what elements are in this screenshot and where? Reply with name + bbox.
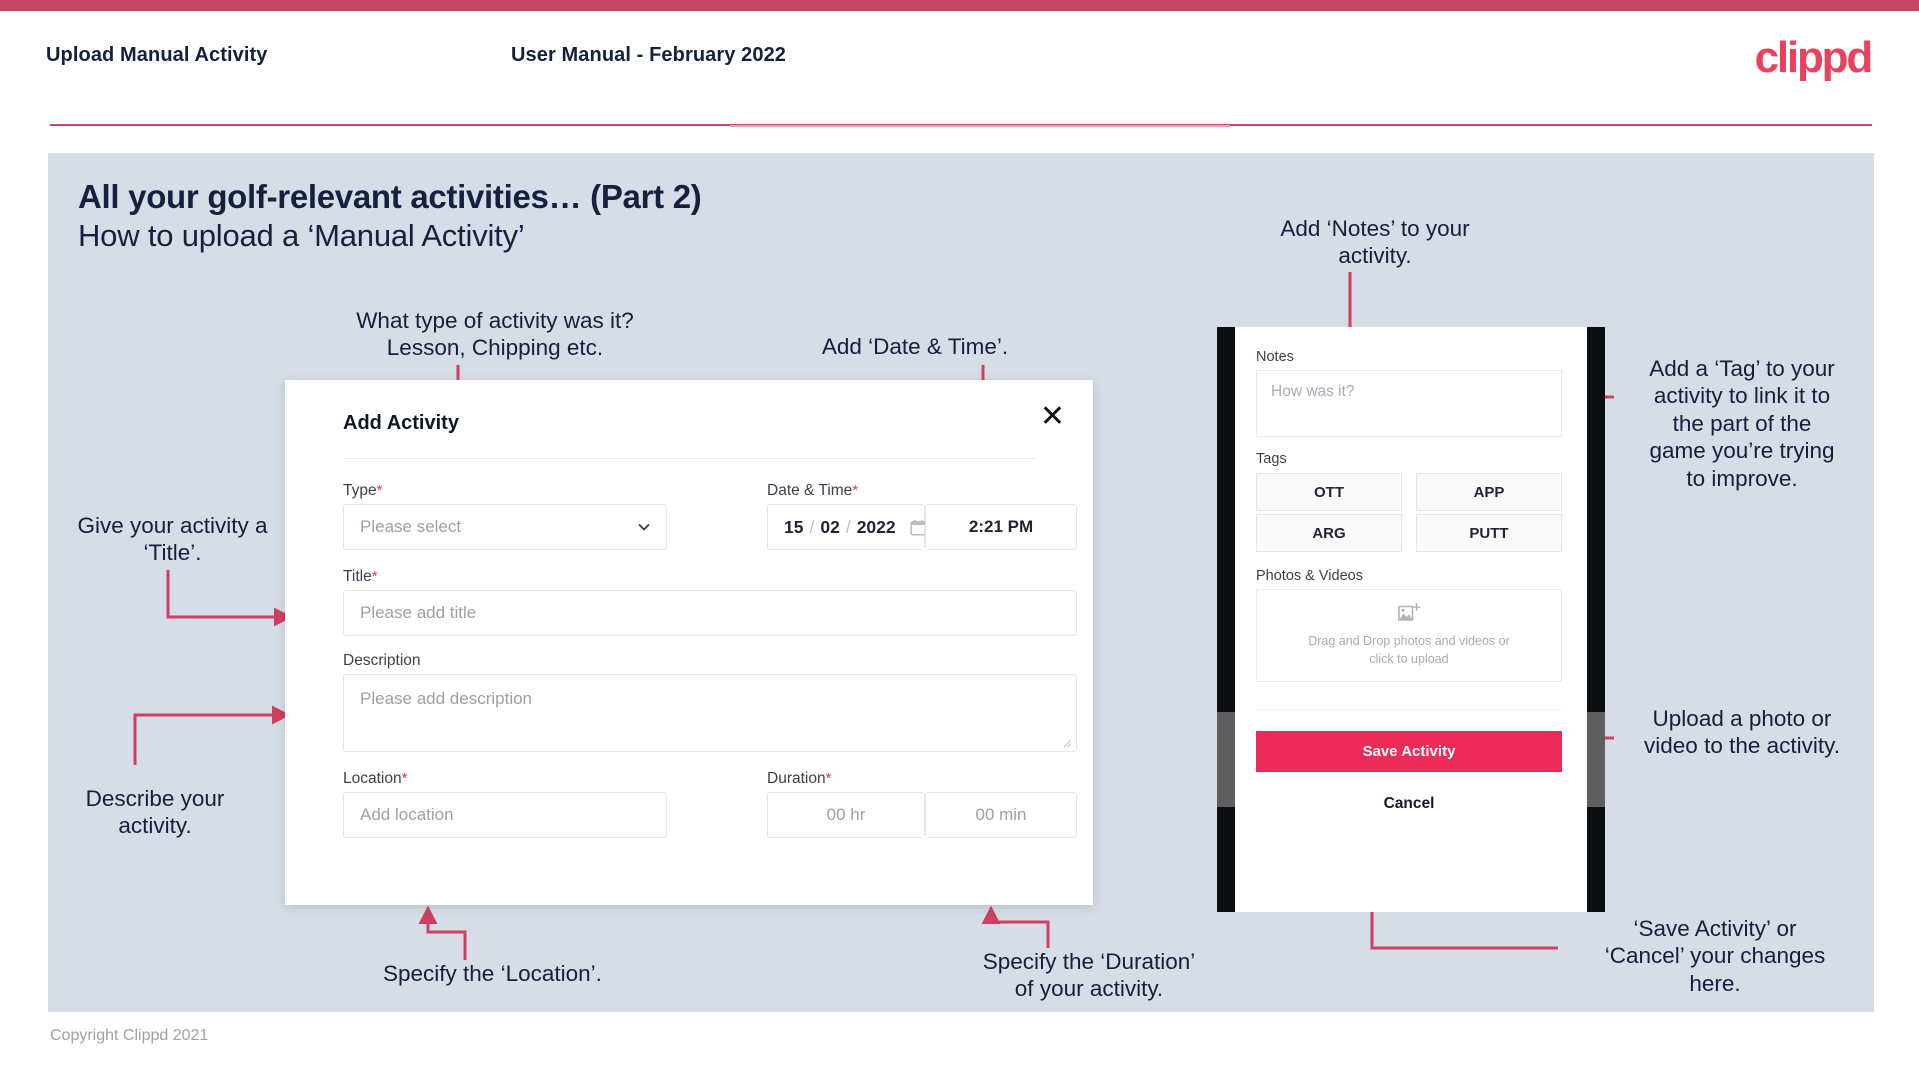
phone-left-button <box>1217 712 1235 807</box>
time-value: 2:21 PM <box>968 517 1034 536</box>
annotation-datetime: Add ‘Date & Time’. <box>821 334 1009 359</box>
tag-button-arg-label: ARG <box>1312 524 1346 542</box>
title-input[interactable]: Please add title <box>343 590 1077 636</box>
close-icon[interactable]: ✕ <box>1040 402 1065 432</box>
annotation-notes: Add ‘Notes’ to your activity. <box>1280 216 1470 269</box>
cancel-label: Cancel <box>1383 795 1435 812</box>
resize-grip-icon[interactable] <box>1062 738 1072 748</box>
location-required-star: * <box>401 770 408 787</box>
description-textarea[interactable]: Please add description <box>343 674 1077 752</box>
type-required-star: * <box>376 482 383 499</box>
page-title: All your golf-relevant activities… (Part… <box>78 178 702 215</box>
dropzone-line-2: click to upload <box>1369 652 1449 666</box>
date-field[interactable]: 15 / 02 / 2022 <box>767 504 927 550</box>
time-field[interactable]: 2:21 PM <box>925 504 1077 550</box>
duration-hours-input[interactable]: 00 hr <box>767 792 925 838</box>
tag-button-app-label: APP <box>1473 483 1505 501</box>
clippd-logo: clippd <box>1754 33 1874 82</box>
datetime-label: Date & Time* <box>767 482 858 500</box>
dropzone-text: Drag and Drop photos and videos or click… <box>1308 632 1510 668</box>
phone-right-edge <box>1587 327 1605 912</box>
phone-divider <box>1256 709 1562 710</box>
tag-button-app[interactable]: APP <box>1416 473 1562 511</box>
header-divider <box>50 124 1872 127</box>
tag-button-arg[interactable]: ARG <box>1256 514 1402 552</box>
datetime-required-star: * <box>852 482 859 499</box>
duration-minutes-input[interactable]: 00 min <box>925 792 1077 838</box>
page-subtitle: How to upload a ‘Manual Activity’ <box>78 218 525 253</box>
footer-copyright: Copyright Clippd 2021 <box>50 1027 209 1044</box>
location-label: Location* <box>343 770 407 788</box>
title-label-text: Title <box>343 568 372 585</box>
type-select-value: Please select <box>360 517 462 536</box>
description-textarea-placeholder: Please add description <box>360 689 533 708</box>
notes-textarea[interactable]: How was it? <box>1256 370 1562 437</box>
header-center-title: User Manual - February 2022 <box>511 44 787 66</box>
type-select[interactable]: Please select <box>343 504 667 550</box>
date-sep-1: / <box>809 516 815 537</box>
datetime-label-text: Date & Time <box>767 482 853 499</box>
chevron-down-icon <box>638 524 650 531</box>
description-label: Description <box>343 652 421 670</box>
type-label: Type* <box>343 482 382 500</box>
cancel-button[interactable]: Cancel <box>1256 795 1562 813</box>
header-left-title: Upload Manual Activity <box>46 44 268 66</box>
description-label-text: Description <box>343 652 421 669</box>
duration-minutes-placeholder: 00 min <box>975 805 1027 824</box>
duration-label: Duration* <box>767 770 831 788</box>
annotation-description: Describe your activity. <box>85 786 225 839</box>
annotation-tags: Add a ‘Tag’ to your activity to link it … <box>1649 356 1835 491</box>
date-sep-2: / <box>845 516 851 537</box>
title-input-placeholder: Please add title <box>360 603 477 622</box>
dropzone-line-1: Drag and Drop photos and videos or <box>1308 633 1510 648</box>
add-image-icon <box>1397 602 1420 621</box>
phone-left-edge <box>1217 327 1235 912</box>
date-year: 2022 <box>856 516 896 537</box>
tag-button-putt[interactable]: PUTT <box>1416 514 1562 552</box>
title-required-star: * <box>371 568 378 585</box>
duration-label-text: Duration <box>767 770 826 787</box>
phone-mockup: Notes How was it? Tags OTT APP ARG PUTT … <box>1217 327 1605 912</box>
photos-label: Photos & Videos <box>1256 568 1363 584</box>
duration-required-star: * <box>825 770 832 787</box>
annotation-type: What type of activity was it? Lesson, Ch… <box>356 308 634 361</box>
dialog-header-divider <box>343 458 1037 459</box>
date-month: 02 <box>820 516 840 537</box>
top-accent-bar <box>0 0 1919 11</box>
location-input-placeholder: Add location <box>360 805 454 824</box>
slide-page: Upload Manual Activity User Manual - Feb… <box>0 0 1919 1079</box>
annotation-title: Give your activity a ‘Title’. <box>77 513 268 566</box>
save-activity-label: Save Activity <box>1362 743 1456 760</box>
add-activity-dialog: Add Activity ✕ Type* Please select Date … <box>285 380 1093 905</box>
type-label-text: Type <box>343 482 377 499</box>
phone-screen: Notes How was it? Tags OTT APP ARG PUTT … <box>1235 327 1587 912</box>
duration-hours-placeholder: 00 hr <box>826 805 866 824</box>
dialog-title: Add Activity <box>343 412 459 434</box>
location-input[interactable]: Add location <box>343 792 667 838</box>
photo-upload-dropzone[interactable]: Drag and Drop photos and videos or click… <box>1256 589 1562 682</box>
phone-right-button <box>1587 712 1605 807</box>
tag-button-ott[interactable]: OTT <box>1256 473 1402 511</box>
save-activity-button[interactable]: Save Activity <box>1256 731 1562 772</box>
date-day: 15 <box>784 516 804 537</box>
annotation-photos: Upload a photo or video to the activity. <box>1644 706 1840 759</box>
tag-button-putt-label: PUTT <box>1469 524 1509 542</box>
tag-button-ott-label: OTT <box>1314 483 1344 501</box>
annotation-duration: Specify the ‘Duration’ of your activity. <box>982 949 1196 1002</box>
title-label: Title* <box>343 568 378 586</box>
tags-label: Tags <box>1256 451 1287 467</box>
annotation-location: Specify the ‘Location’. <box>383 961 602 986</box>
annotation-save-cancel: ‘Save Activity’ or ‘Cancel’ your changes… <box>1604 916 1826 996</box>
notes-textarea-placeholder: How was it? <box>1271 383 1355 400</box>
location-label-text: Location <box>343 770 402 787</box>
notes-label: Notes <box>1256 349 1294 365</box>
